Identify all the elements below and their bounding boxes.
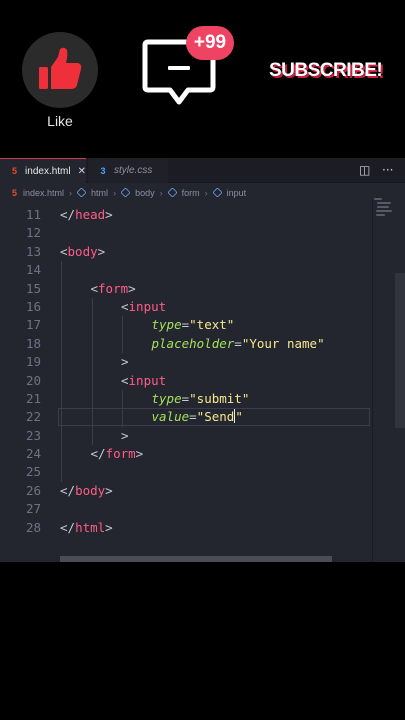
thumbs-up-icon xyxy=(39,47,82,89)
code-line[interactable]: 23 > xyxy=(0,427,372,445)
horizontal-scrollbar[interactable] xyxy=(60,556,332,562)
element-icon xyxy=(167,187,178,198)
chevron-right-icon: › xyxy=(159,187,163,198)
code-text: </body> xyxy=(60,482,113,498)
code-line[interactable]: 22 value="Send" xyxy=(0,408,372,427)
close-icon[interactable]: ✕ xyxy=(78,166,86,177)
code-line[interactable]: 14 xyxy=(0,261,372,279)
code-text: placeholder="Your name" xyxy=(151,335,325,351)
code-line[interactable]: 16 <input xyxy=(0,298,372,316)
line-number: 26 xyxy=(25,482,41,498)
breadcrumb-item[interactable]: input xyxy=(212,187,246,198)
line-number: 27 xyxy=(25,501,41,517)
code-area[interactable]: 11 </head> 12 13 <body> 14 15 <form> 16 <input 17 t… xyxy=(0,206,372,537)
vertical-scrollbar[interactable] xyxy=(395,273,405,428)
code-line[interactable]: 20 <input xyxy=(0,372,372,390)
minimap-line xyxy=(376,210,392,212)
chevron-right-icon: › xyxy=(204,187,208,198)
element-icon xyxy=(120,187,131,198)
chevron-right-icon: › xyxy=(113,187,117,198)
tab-label: index.html xyxy=(25,165,71,177)
code-line[interactable]: 11 </head> xyxy=(0,206,372,224)
html5-icon: 5 xyxy=(12,187,18,198)
like-label: Like xyxy=(47,113,73,129)
indent-guide xyxy=(91,298,93,446)
line-number: 28 xyxy=(25,519,41,535)
line-number: 17 xyxy=(25,317,41,333)
code-text: <input xyxy=(121,298,167,314)
more-actions-icon[interactable]: ··· xyxy=(382,163,393,177)
indent-guide xyxy=(122,316,123,354)
indent-guide xyxy=(61,261,62,482)
minimap-divider xyxy=(372,201,373,562)
line-number: 23 xyxy=(25,427,41,443)
minimap-line xyxy=(374,198,382,200)
code-text: > xyxy=(121,354,129,370)
html5-icon: 5 xyxy=(12,166,18,176)
line-number: 25 xyxy=(25,464,41,480)
code-line[interactable]: 24 </form> xyxy=(0,445,372,463)
minimap-line xyxy=(377,202,391,204)
element-icon xyxy=(76,187,87,198)
tab-index-html[interactable]: 5 index.html ✕ xyxy=(0,158,86,183)
minimap[interactable] xyxy=(374,198,394,228)
minimap-line xyxy=(377,206,389,208)
code-editor: 5 index.html ✕ 3 style.css ◫ ··· 5 index.… xyxy=(0,158,405,562)
subscribe-button[interactable]: SUBSCRIBE! xyxy=(269,60,383,82)
code-line[interactable]: 19 > xyxy=(0,353,372,371)
code-text: <body> xyxy=(60,243,106,259)
code-text: <input xyxy=(121,372,167,388)
line-number: 13 xyxy=(25,243,41,259)
line-number: 19 xyxy=(25,354,41,370)
code-text: </form> xyxy=(90,446,144,462)
code-text: </html> xyxy=(60,519,113,535)
line-number: 11 xyxy=(25,207,41,222)
breadcrumb-item[interactable]: body xyxy=(120,187,155,198)
code-line[interactable]: 15 <form> xyxy=(0,280,372,298)
line-number: 12 xyxy=(25,225,41,241)
code-text: value="Send" xyxy=(151,409,243,425)
line-number: 21 xyxy=(25,390,41,406)
notification-badge: +99 xyxy=(186,26,234,60)
like-button[interactable] xyxy=(22,32,98,108)
line-number: 18 xyxy=(25,335,41,351)
breadcrumb: 5 index.html › html › body › form › input xyxy=(0,184,405,201)
line-number: 16 xyxy=(25,298,41,314)
code-line[interactable]: 13 <body> xyxy=(0,243,372,261)
code-line[interactable]: 21 type="submit" xyxy=(0,390,372,408)
code-line[interactable]: 27 xyxy=(0,500,372,518)
code-line[interactable]: 25 xyxy=(0,463,372,481)
line-number: 15 xyxy=(25,280,41,296)
line-number: 14 xyxy=(25,262,41,278)
text-cursor xyxy=(234,409,236,424)
line-number: 20 xyxy=(25,372,41,388)
code-text: <form> xyxy=(90,280,136,296)
code-line[interactable]: 26 </body> xyxy=(0,482,372,500)
indent-guide xyxy=(122,390,123,427)
code-line[interactable]: 28 </html> xyxy=(0,519,372,537)
code-line[interactable]: 18 placeholder="Your name" xyxy=(0,335,372,353)
code-text: </head> xyxy=(60,207,113,222)
css-icon: 3 xyxy=(100,165,106,176)
split-editor-icon[interactable]: ◫ xyxy=(359,163,370,177)
tab-label: style.css xyxy=(114,165,153,176)
line-number: 22 xyxy=(25,409,41,425)
code-line[interactable]: 17 type="text" xyxy=(0,316,372,334)
chevron-right-icon: › xyxy=(69,187,73,198)
minimap-line xyxy=(376,214,385,216)
breadcrumb-item[interactable]: 5 index.html xyxy=(12,188,64,198)
code-line[interactable]: 12 xyxy=(0,224,372,242)
element-icon xyxy=(212,187,223,198)
code-text: type="text" xyxy=(151,317,235,333)
tab-bar: 5 index.html ✕ 3 style.css ◫ ··· xyxy=(0,158,405,183)
breadcrumb-item[interactable]: html xyxy=(76,187,108,198)
code-text: > xyxy=(121,427,129,443)
breadcrumb-item[interactable]: form xyxy=(167,187,200,198)
line-number: 24 xyxy=(25,446,41,462)
code-text: type="submit" xyxy=(151,390,250,406)
tab-style-css[interactable]: 3 style.css xyxy=(88,158,168,183)
